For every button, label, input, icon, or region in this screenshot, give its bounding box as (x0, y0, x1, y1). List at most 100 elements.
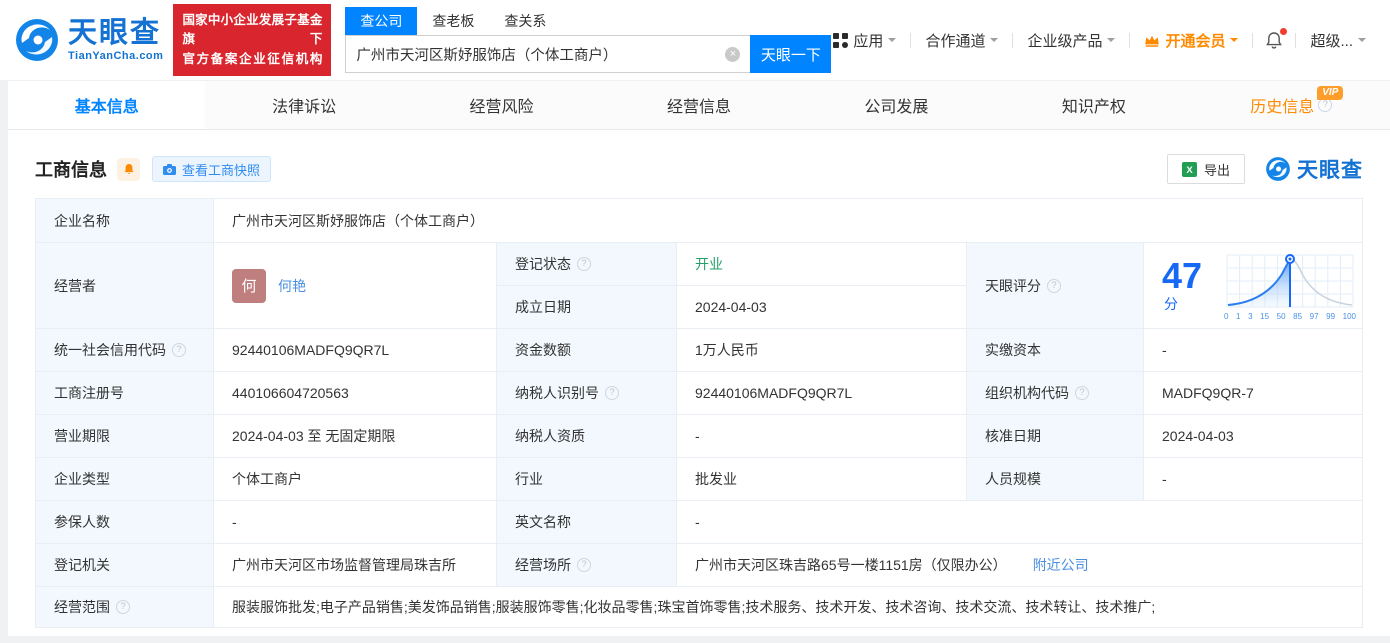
value-english-name: - (677, 501, 1363, 544)
value-org-code: MADFQ9QR-7 (1144, 372, 1363, 415)
value-establish-date: 2024-04-03 (677, 286, 967, 329)
excel-icon: X (1181, 161, 1197, 177)
help-icon[interactable]: ? (116, 600, 130, 614)
company-nav-tabs: 基本信息 法律诉讼 经营风险 经营信息 公司发展 知识产权 历史信息 ? VIP (8, 80, 1390, 130)
value-industry: 批发业 (677, 458, 967, 501)
menu-account[interactable]: 超级... (1308, 30, 1368, 51)
brand-domain: TianYanCha.com (68, 49, 164, 62)
menu-separator (910, 32, 912, 48)
chevron-down-icon (1358, 38, 1366, 46)
label-business-premises: 经营场所? (497, 544, 677, 587)
gov-badge-line2: 官方备案企业征信机构 (182, 51, 323, 66)
tab-intellectual-property[interactable]: 知识产权 (995, 81, 1192, 129)
menu-cooperation[interactable]: 合作通道 (923, 30, 1000, 51)
score-axis-labels: 0 1 3 15 50 85 97 99 100 (1224, 311, 1356, 321)
help-icon[interactable]: ? (577, 558, 591, 572)
menu-separator (1129, 32, 1131, 48)
value-taxpayer-id: 92440106MADFQ9QR7L (677, 372, 967, 415)
value-approval-date: 2024-04-03 (1144, 415, 1363, 458)
label-staff-size: 人员规模 (967, 458, 1144, 501)
brand-name: 天眼查 (68, 16, 162, 49)
label-registration-status: 登记状态? (497, 243, 677, 286)
tianyancha-logo-icon (16, 19, 58, 61)
search-tab-boss[interactable]: 查老板 (417, 7, 489, 35)
value-registration-status: 开业 (677, 243, 967, 286)
value-business-scope: 服装服饰批发;电子产品销售;美发饰品销售;服装服饰零售;化妆品零售;珠宝首饰零售… (214, 587, 1363, 628)
search-tab-company[interactable]: 查公司 (345, 7, 418, 35)
notification-dot (1280, 27, 1288, 35)
tianyancha-watermark: 天眼查 (1265, 154, 1363, 184)
value-staff-size: - (1144, 458, 1363, 501)
value-capital-amount: 1万人民币 (677, 329, 967, 372)
top-menu: 应用 合作通道 企业级产品 开通会员 超级... (831, 27, 1368, 51)
notifications-bell[interactable] (1265, 27, 1288, 50)
help-icon[interactable]: ? (1047, 278, 1061, 293)
value-credit-code: 92440106MADFQ9QR7L (214, 329, 497, 372)
tianyancha-logo[interactable]: 天眼查 TianYanCha.com (14, 17, 163, 63)
basic-info-section: 工商信息 查看工商快照 X 导出 天眼查 企业名称 广州市天河区斯妤服饰店（个体… (8, 130, 1390, 636)
label-capital-amount: 资金数额 (497, 329, 677, 372)
label-approval-date: 核准日期 (967, 415, 1144, 458)
search-submit-button[interactable]: 天眼一下 (750, 35, 832, 73)
help-icon[interactable]: ? (577, 257, 591, 271)
value-business-term: 2024-04-03 至 无固定期限 (214, 415, 497, 458)
tab-basic-info[interactable]: 基本信息 (8, 81, 206, 129)
menu-open-vip[interactable]: 开通会员 (1142, 30, 1240, 51)
label-insured-count: 参保人数 (36, 501, 214, 544)
search-tab-relation[interactable]: 查关系 (489, 7, 561, 35)
svg-text:X: X (1186, 165, 1193, 176)
tab-operating-info[interactable]: 经营信息 (600, 81, 797, 129)
label-registry-authority: 登记机关 (36, 544, 214, 587)
tianyancha-company-page: { "brand": { "name": "天眼查", "domain": "T… (0, 0, 1390, 643)
search-area: 查公司 查老板 查关系 × 天眼一下 (345, 7, 832, 73)
label-company-name: 企业名称 (36, 199, 214, 243)
label-operator: 经营者 (36, 243, 214, 329)
export-button[interactable]: X 导出 (1166, 154, 1245, 184)
value-registration-number: 440106604720563 (214, 372, 497, 415)
top-header: 天眼查 TianYanCha.com 国家中小企业发展子基金旗下 官方备案企业征… (0, 0, 1390, 80)
search-input[interactable] (345, 35, 751, 73)
menu-apps[interactable]: 应用 (831, 30, 898, 51)
gov-badge-line1: 国家中小企业发展子基金旗下 (182, 12, 323, 47)
tab-company-development[interactable]: 公司发展 (798, 81, 995, 129)
label-tianyan-score: 天眼评分? (967, 243, 1144, 329)
help-icon[interactable]: ? (1075, 386, 1089, 400)
menu-enterprise-products[interactable]: 企业级产品 (1025, 30, 1117, 51)
view-snapshot-button[interactable]: 查看工商快照 (152, 156, 272, 182)
operator-name-link[interactable]: 何艳 (278, 276, 306, 296)
label-paid-in-capital: 实缴资本 (967, 329, 1144, 372)
value-company-type: 个体工商户 (214, 458, 497, 501)
label-business-scope: 经营范围? (36, 587, 214, 628)
chevron-down-icon (990, 38, 999, 46)
label-registration-number: 工商注册号 (36, 372, 214, 415)
tab-operating-risk[interactable]: 经营风险 (403, 81, 600, 129)
value-operator: 何 何艳 (214, 243, 497, 329)
score-curve (1226, 253, 1354, 307)
chevron-down-icon (888, 38, 897, 46)
label-industry: 行业 (497, 458, 677, 501)
tab-legal[interactable]: 法律诉讼 (205, 81, 402, 129)
label-establish-date: 成立日期 (497, 286, 677, 329)
label-taxpayer-id: 纳税人识别号? (497, 372, 677, 415)
business-info-table: 企业名称 广州市天河区斯妤服饰店（个体工商户） 经营者 何 何艳 登记状态? 开… (35, 198, 1363, 628)
help-icon[interactable]: ? (605, 386, 619, 400)
subscribe-bell-button[interactable] (117, 157, 140, 181)
nearby-companies-link[interactable]: 附近公司 (1033, 555, 1089, 575)
help-icon[interactable]: ? (172, 343, 186, 357)
app-grid-icon (833, 32, 849, 48)
chevron-down-icon (1107, 38, 1116, 46)
section-title: 工商信息 (35, 160, 107, 180)
tianyancha-logo-icon (1266, 157, 1290, 181)
score-unit: 分 (1164, 295, 1178, 312)
tab-history-info[interactable]: 历史信息 ? VIP (1193, 81, 1390, 129)
menu-separator (1295, 32, 1297, 48)
crown-icon (1145, 35, 1160, 47)
value-tianyan-score: 47分 0 1 3 15 50 85 97 99 100 (1144, 243, 1363, 329)
label-company-type: 企业类型 (36, 458, 214, 501)
help-icon[interactable]: ? (1318, 98, 1333, 112)
value-paid-in-capital: - (1144, 329, 1363, 372)
menu-separator (1252, 32, 1254, 48)
value-insured-count: - (214, 501, 497, 544)
operator-avatar[interactable]: 何 (232, 268, 266, 303)
chevron-down-icon (1230, 38, 1239, 46)
